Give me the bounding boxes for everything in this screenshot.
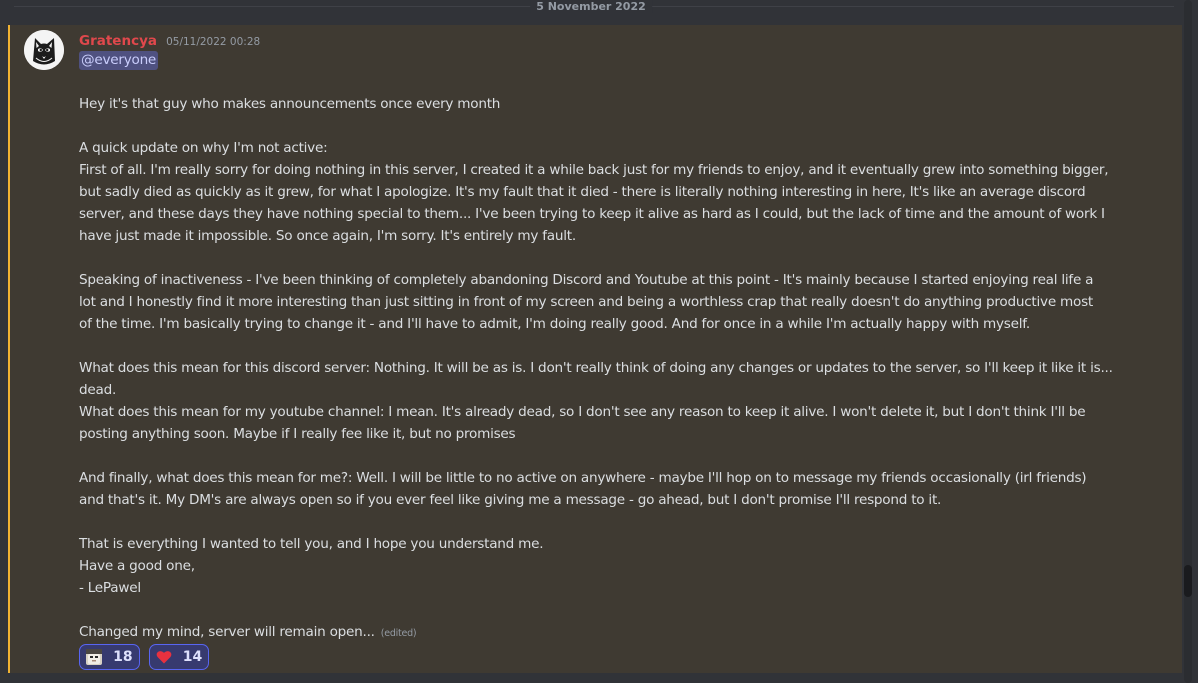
everyone-mention[interactable]: @everyone xyxy=(79,51,159,70)
message-line xyxy=(79,115,1139,137)
message-line: server, and these days they have nothing… xyxy=(79,206,1105,222)
message[interactable]: Gratencya 05/11/2022 00:28 @everyone Hey… xyxy=(8,25,1182,673)
message-line: posting anything soon. Maybe if I really… xyxy=(79,426,516,442)
message-line: A quick update on why I'm not active: xyxy=(79,140,328,156)
message-line: Speaking of inactiveness - I've been thi… xyxy=(79,272,1094,288)
last-line-text: Changed my mind, server will remain open… xyxy=(79,624,375,640)
reaction-count: 18 xyxy=(113,649,133,665)
message-header: Gratencya 05/11/2022 00:28 xyxy=(79,30,261,49)
message-line: lot and I honestly find it more interest… xyxy=(79,294,1093,310)
message-line xyxy=(79,335,1139,357)
reaction-count: 14 xyxy=(182,649,203,665)
message-line: Hey it's that guy who makes announcement… xyxy=(79,96,501,112)
message-line xyxy=(79,71,1139,93)
message-line xyxy=(79,599,1139,621)
message-line: That is everything I wanted to tell you,… xyxy=(79,536,544,552)
timestamp: 05/11/2022 00:28 xyxy=(166,36,261,48)
username[interactable]: Gratencya xyxy=(79,33,157,49)
black-cat-avatar-icon xyxy=(24,30,64,70)
message-line: First of all. I'm really sorry for doing… xyxy=(79,162,1109,178)
reaction-heart[interactable]: 14 xyxy=(148,644,210,670)
avatar[interactable] xyxy=(24,30,64,70)
message-line xyxy=(79,247,1139,269)
scrollbar-thumb[interactable] xyxy=(1184,565,1192,597)
message-line: have just made it impossible. So once ag… xyxy=(79,228,576,244)
message-line: and that's it. My DM's are always open s… xyxy=(79,492,942,508)
message-content: @everyone Hey it's that guy who makes an… xyxy=(79,49,1139,643)
reaction-cat[interactable]: 18 xyxy=(79,644,140,670)
message-line: What does this mean for this discord ser… xyxy=(79,360,1113,376)
red-heart-emoji-icon xyxy=(156,651,172,664)
scrollbar[interactable] xyxy=(1184,0,1192,683)
edited-label[interactable]: (edited) xyxy=(381,628,417,639)
message-line: of the time. I'm basically trying to cha… xyxy=(79,316,1030,332)
message-line: Have a good one, xyxy=(79,558,195,574)
last-line: Changed my mind, server will remain open… xyxy=(79,621,1139,643)
message-line: And finally, what does this mean for me?… xyxy=(79,470,1087,486)
message-line: but sadly died as quickly as it grew, fo… xyxy=(79,184,1086,200)
mention-line: @everyone xyxy=(79,49,1139,71)
message-line xyxy=(79,445,1139,467)
reactions: 18 14 xyxy=(79,644,213,670)
cat-face-emoji-icon xyxy=(86,649,102,665)
message-line: - LePawel xyxy=(79,580,141,596)
divider-date: 5 November 2022 xyxy=(530,0,652,13)
date-divider: 5 November 2022 xyxy=(0,0,1182,14)
message-line: dead. xyxy=(79,382,117,398)
chat-messages-area: 5 November 2022 Gratencya 05/11/2022 00:… xyxy=(0,0,1198,683)
message-line xyxy=(79,511,1139,533)
message-line: What does this mean for my youtube chann… xyxy=(79,404,1086,420)
